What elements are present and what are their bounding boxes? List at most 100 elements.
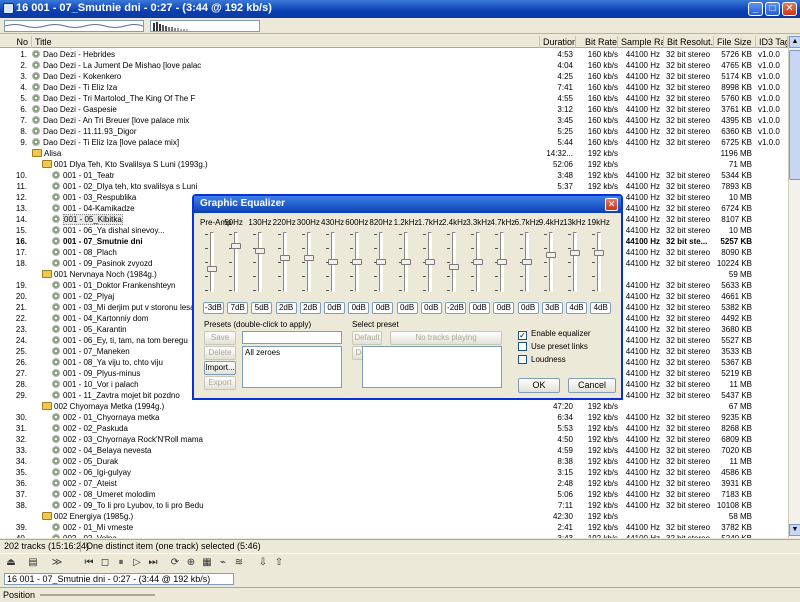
band-value-button[interactable]: 0dB: [396, 302, 418, 314]
band-value-button[interactable]: 2dB: [299, 302, 321, 314]
cancel-button[interactable]: Cancel: [568, 378, 616, 393]
band-slider-thumb[interactable]: [521, 259, 532, 265]
preset-name-input[interactable]: [242, 331, 342, 344]
band-slider-track[interactable]: [210, 232, 214, 292]
band-slider-thumb[interactable]: [328, 259, 338, 265]
band-slider-thumb[interactable]: [303, 254, 314, 261]
close-button[interactable]: ✕: [782, 2, 797, 16]
position-slider[interactable]: [40, 594, 155, 596]
column-samplerate[interactable]: Sample Rate: [618, 36, 664, 48]
playlist-track-row[interactable]: 7. Dao Dezi - An Tri Breuer [love palace …: [0, 115, 788, 126]
column-no[interactable]: No: [0, 36, 32, 48]
playlist-folder-row[interactable]: 002 Chyornaya Metka (1994g.) 47:20 192 kb/…: [0, 401, 788, 412]
band-value-button[interactable]: 0dB: [348, 302, 370, 314]
playlist-track-row[interactable]: 32. 002 - 03_Chyornaya Rock'N'Roll mama 4:…: [0, 434, 788, 445]
band-slider-thumb[interactable]: [352, 259, 363, 265]
band-slider-track[interactable]: [282, 232, 287, 292]
preset-import-button[interactable]: Import...: [204, 361, 236, 375]
equalizer-close-button[interactable]: ✕: [605, 198, 618, 211]
band-value-button[interactable]: 0dB: [420, 302, 442, 314]
column-bitresolution[interactable]: Bit Resolut...: [664, 36, 714, 48]
ok-button[interactable]: OK: [518, 378, 560, 393]
enable-equalizer-checkbox[interactable]: ✓ Enable equalizer: [518, 329, 591, 340]
maximize-button[interactable]: □: [765, 2, 780, 16]
visualization-icon[interactable]: ⌁: [216, 556, 230, 570]
pause-icon[interactable]: ⏸: [114, 556, 128, 570]
band-value-button[interactable]: 5dB: [251, 302, 273, 314]
playlist-track-row[interactable]: 37. 002 - 08_Umeret molodim 5:06 192 kb/s 44…: [0, 489, 788, 500]
playlist-icon[interactable]: ▦: [200, 556, 214, 570]
band-value-button[interactable]: 0dB: [493, 302, 515, 314]
preset-list[interactable]: All zeroes: [242, 346, 342, 388]
band-slider-thumb[interactable]: [424, 259, 435, 265]
order-icon[interactable]: ≫: [50, 556, 64, 570]
band-value-button[interactable]: -3dB: [203, 302, 224, 314]
playlist-track-row[interactable]: 3. Dao Dezi - Kokenkero 4:25 160 kb/s 44100 …: [0, 71, 788, 82]
band-value-button[interactable]: 7dB: [227, 302, 249, 314]
playlist-track-row[interactable]: 31. 002 - 02_Paskuda 5:53 192 kb/s 44100 Hz 3…: [0, 423, 788, 434]
band-slider-thumb[interactable]: [594, 250, 605, 256]
column-filesize[interactable]: File Size: [714, 36, 756, 48]
previous-icon[interactable]: ⏮: [82, 556, 96, 570]
band-slider-thumb[interactable]: [376, 259, 387, 265]
preset-delete-button[interactable]: Delete: [204, 346, 236, 360]
band-slider-thumb[interactable]: [279, 254, 290, 261]
playlist-track-row[interactable]: 8. Dao Dezi - 11.11.93_Digor 5:25 160 kb/s 4…: [0, 126, 788, 137]
band-slider-thumb[interactable]: [231, 243, 242, 250]
add-icon[interactable]: ⊕: [184, 556, 198, 570]
playlist-track-row[interactable]: 30. 002 - 01_Chyornaya metka 6:34 192 kb/s 4…: [0, 412, 788, 423]
playlist-track-row[interactable]: 11. 001 - 02_Dlya teh, kto svalilsya s Lu…: [0, 181, 788, 192]
playlist-track-row[interactable]: 39. 002 - 01_Mi vmeste 2:41 192 kb/s 44100 H…: [0, 522, 788, 533]
band-slider-track[interactable]: [452, 232, 456, 292]
band-slider-thumb[interactable]: [570, 250, 580, 256]
stop-icon[interactable]: ◻: [98, 556, 112, 570]
scroll-up-icon[interactable]: ▲: [789, 36, 800, 48]
playlist-track-row[interactable]: 38. 002 - 09_To li pro Lyubov, to li pro …: [0, 500, 788, 511]
playlist-track-row[interactable]: 35. 002 - 06_Igi-gulyay 3:15 192 kb/s 44100 …: [0, 467, 788, 478]
band-slider-thumb[interactable]: [473, 259, 484, 265]
playlist-track-row[interactable]: 2. Dao Dezi - La Jument De Mishao [love p…: [0, 60, 788, 71]
band-slider-thumb[interactable]: [497, 259, 508, 265]
band-slider-track[interactable]: [258, 232, 263, 292]
playlist-track-row[interactable]: 9. Dao Dezi - Ti Eliz Iza [love palace mi…: [0, 137, 788, 148]
equalizer-icon[interactable]: ≋: [232, 556, 246, 570]
no-tracks-button[interactable]: No tracks playing: [390, 331, 502, 345]
select-preset-list[interactable]: [362, 346, 502, 388]
preset-save-button[interactable]: Save: [204, 331, 236, 345]
playlist-track-row[interactable]: 36. 002 - 07_Ateist 2:48 192 kb/s 44100 Hz 32…: [0, 478, 788, 489]
band-slider-track[interactable]: [306, 232, 311, 292]
band-slider-track[interactable]: [234, 232, 239, 292]
band-slider-thumb[interactable]: [545, 252, 556, 259]
menu-icon[interactable]: ▤: [26, 556, 40, 570]
playlist-track-row[interactable]: 40. 002 - 02_Volna 3:43192 kb/s44100 Hz 32 …: [0, 533, 788, 538]
playlist-track-row[interactable]: 10. 001 - 01_Teatr 3:48 192 kb/s 44100 Hz 32 …: [0, 170, 788, 181]
loudness-checkbox[interactable]: Loudness: [518, 355, 566, 364]
band-value-button[interactable]: 0dB: [469, 302, 491, 314]
playlist-folder-row[interactable]: 002 Energiya (1985g.) 42:30 192 kb/s 58 MB: [0, 511, 788, 522]
playlist-track-row[interactable]: 1. Dao Dezi - Hebrides 4:53 160 kb/s 44100 H…: [0, 49, 788, 60]
band-value-button[interactable]: 2dB: [275, 302, 297, 314]
playlist-track-row[interactable]: 4. Dao Dezi - Ti Eliz Iza 7:41 160 kb/s 4410…: [0, 82, 788, 93]
waveform-display[interactable]: [4, 20, 144, 32]
band-slider-track[interactable]: [548, 232, 553, 292]
playlist-track-row[interactable]: 33. 002 - 04_Belaya nevesta 4:59 192 kb/s 44…: [0, 445, 788, 456]
band-value-button[interactable]: -2dB: [445, 302, 466, 314]
select-default-button[interactable]: Default: [352, 331, 382, 345]
preset-export-button[interactable]: Export: [204, 376, 236, 390]
scrollbar-thumb[interactable]: [789, 50, 800, 180]
move-down-icon[interactable]: ⇩: [256, 556, 270, 570]
band-value-button[interactable]: 0dB: [517, 302, 539, 314]
band-slider-thumb[interactable]: [400, 259, 411, 265]
band-value-button[interactable]: 0dB: [372, 302, 394, 314]
band-slider-thumb[interactable]: [449, 263, 459, 270]
column-id3[interactable]: ID3 Tag: [756, 36, 788, 48]
playlist-scrollbar[interactable]: ▲ ▼: [788, 36, 800, 538]
preset-item[interactable]: All zeroes: [245, 348, 280, 357]
next-icon[interactable]: ⏭: [146, 556, 160, 570]
band-value-button[interactable]: 3dB: [541, 302, 563, 314]
band-value-button[interactable]: 4dB: [590, 302, 612, 314]
minimize-button[interactable]: _: [748, 2, 763, 16]
band-slider-track[interactable]: [597, 232, 602, 292]
scroll-down-icon[interactable]: ▼: [789, 524, 800, 536]
band-slider-track[interactable]: [573, 232, 577, 292]
